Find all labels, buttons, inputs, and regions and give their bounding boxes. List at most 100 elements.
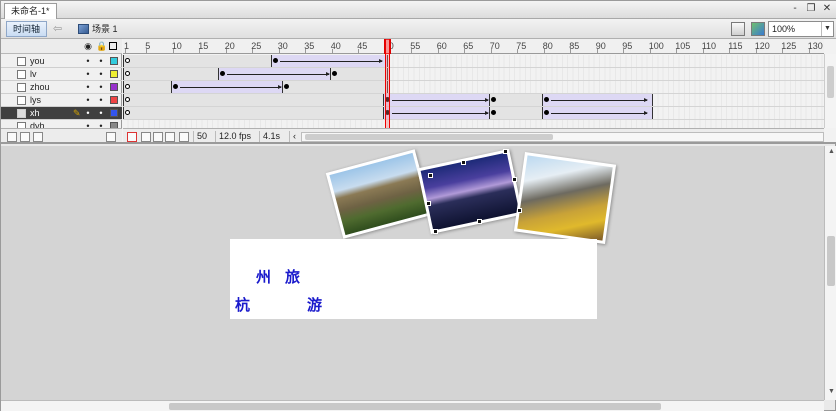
layer-row-you[interactable]: you • • xyxy=(1,55,122,68)
lock-dot[interactable]: • xyxy=(97,94,105,106)
scroll-thumb[interactable] xyxy=(827,236,835,286)
keyframe-marker[interactable] xyxy=(273,58,279,63)
new-layer-icon[interactable] xyxy=(7,132,17,142)
lock-dot[interactable]: • xyxy=(97,68,105,80)
layer-name[interactable]: lv xyxy=(30,68,37,80)
scroll-down-icon[interactable]: ▼ xyxy=(828,388,835,395)
title-char-3[interactable]: 杭 xyxy=(235,294,250,315)
photo-mountains[interactable] xyxy=(325,149,433,239)
static-frame-span[interactable] xyxy=(329,68,388,80)
frame-row[interactable] xyxy=(123,94,824,107)
trash-icon[interactable] xyxy=(106,132,116,142)
keyframe-marker[interactable] xyxy=(125,110,130,115)
keyframe-marker[interactable] xyxy=(125,97,130,102)
keyframe-marker[interactable] xyxy=(543,110,549,115)
transform-handle[interactable] xyxy=(428,173,433,178)
frame-row[interactable] xyxy=(123,55,824,68)
chevron-down-icon[interactable]: ▼ xyxy=(821,22,833,36)
visibility-dot[interactable]: • xyxy=(84,81,92,93)
static-frame-span[interactable] xyxy=(488,107,547,119)
layer-name[interactable]: lys xyxy=(30,94,41,106)
timeline-horizontal-scrollbar[interactable] xyxy=(301,132,824,142)
static-frame-span[interactable] xyxy=(123,107,388,119)
photo-night-lake[interactable] xyxy=(417,148,523,235)
layer-row-lv[interactable]: lv • • xyxy=(1,68,122,81)
transform-handle[interactable] xyxy=(461,160,466,165)
transform-handle[interactable] xyxy=(433,229,438,234)
static-frame-span[interactable] xyxy=(123,55,277,67)
keyframe-marker[interactable] xyxy=(172,84,178,89)
playhead[interactable] xyxy=(385,39,390,128)
edit-scene-icon[interactable] xyxy=(731,22,745,36)
keyframe-marker[interactable] xyxy=(543,97,549,102)
layer-row-xh[interactable]: xh ✎ • • xyxy=(1,107,122,120)
scroll-thumb[interactable] xyxy=(169,403,661,410)
photo-autumn-garden[interactable] xyxy=(513,151,617,245)
static-frame-span[interactable] xyxy=(488,94,547,106)
transform-handle[interactable] xyxy=(512,177,517,182)
frame-grid[interactable]: 1510152025303540455055606570758085909510… xyxy=(123,39,824,128)
scroll-up-icon[interactable]: ▲ xyxy=(828,148,835,155)
eye-icon[interactable]: ◉ xyxy=(83,41,93,51)
timeline-vertical-scrollbar[interactable] xyxy=(824,54,836,128)
frame-row[interactable] xyxy=(123,107,824,120)
edit-symbol-icon[interactable] xyxy=(751,22,765,36)
motion-tween-span[interactable] xyxy=(170,81,288,93)
motion-tween-span[interactable] xyxy=(271,55,388,67)
motion-tween-span[interactable] xyxy=(382,107,494,119)
outline-color-swatch[interactable] xyxy=(110,109,118,117)
outline-icon[interactable] xyxy=(109,42,117,50)
new-folder-icon[interactable] xyxy=(33,132,43,142)
keyframe-marker[interactable] xyxy=(284,84,289,89)
frame-ruler[interactable]: 1510152025303540455055606570758085909510… xyxy=(123,39,824,54)
scroll-thumb[interactable] xyxy=(827,66,834,98)
static-frame-span[interactable] xyxy=(123,81,176,93)
onion-outline-icon[interactable] xyxy=(153,132,163,142)
scene-breadcrumb[interactable]: 场景 1 xyxy=(78,22,118,36)
outline-color-swatch[interactable] xyxy=(110,57,118,65)
title-char-4[interactable]: 游 xyxy=(307,294,322,315)
static-frame-span[interactable] xyxy=(123,68,224,80)
keyframe-marker[interactable] xyxy=(490,110,496,115)
visibility-dot[interactable]: • xyxy=(84,94,92,106)
frame-row[interactable] xyxy=(123,68,824,81)
motion-tween-span[interactable] xyxy=(541,94,653,106)
keyframe-marker[interactable] xyxy=(220,71,226,76)
document-tab[interactable]: 未命名-1* xyxy=(4,3,57,19)
stage-canvas[interactable]: 州 旅 杭 游 xyxy=(230,239,597,319)
frame-row[interactable] xyxy=(123,120,824,128)
keyframe-marker[interactable] xyxy=(125,58,130,63)
title-char-1[interactable]: 州 xyxy=(256,266,271,287)
lock-dot[interactable]: • xyxy=(97,107,105,119)
center-frame-icon[interactable] xyxy=(127,132,137,142)
visibility-dot[interactable]: • xyxy=(84,68,92,80)
restore-icon[interactable]: ❐ xyxy=(805,3,817,14)
outline-color-swatch[interactable] xyxy=(110,70,118,78)
minimize-icon[interactable]: - xyxy=(789,3,801,14)
frame-rate[interactable]: 12.0 fps xyxy=(215,131,254,142)
close-icon[interactable]: ✕ xyxy=(821,3,833,14)
lock-dot[interactable]: • xyxy=(97,55,105,67)
edit-multiple-frames-icon[interactable] xyxy=(165,132,175,142)
motion-tween-span[interactable] xyxy=(382,94,494,106)
lock-icon[interactable]: 🔒 xyxy=(96,41,107,51)
transform-handle[interactable] xyxy=(503,149,508,154)
onion-skin-icon[interactable] xyxy=(141,132,151,142)
new-guide-icon[interactable] xyxy=(20,132,30,142)
layer-name[interactable]: zhou xyxy=(30,81,50,93)
scroll-left-icon[interactable]: ‹ xyxy=(289,131,299,142)
keyframe-marker[interactable] xyxy=(125,71,130,76)
visibility-dot[interactable]: • xyxy=(84,107,92,119)
motion-tween-span[interactable] xyxy=(541,107,653,119)
zoom-select[interactable]: 100% ▼ xyxy=(768,21,834,37)
outline-color-swatch[interactable] xyxy=(110,96,118,104)
modify-onion-markers-icon[interactable] xyxy=(179,132,189,142)
title-char-2[interactable]: 旅 xyxy=(285,266,300,287)
static-frame-span[interactable] xyxy=(123,94,388,106)
lock-dot[interactable]: • xyxy=(97,81,105,93)
back-arrow-icon[interactable]: ⇦ xyxy=(53,22,67,36)
transform-handle[interactable] xyxy=(517,208,522,213)
keyframe-marker[interactable] xyxy=(331,71,337,76)
layer-row-zhou[interactable]: zhou • • xyxy=(1,81,122,94)
stage-horizontal-scrollbar[interactable] xyxy=(1,400,824,411)
